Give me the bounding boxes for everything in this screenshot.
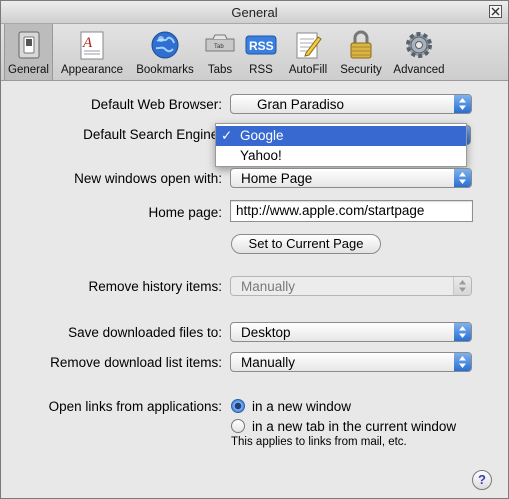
remove-history-value: Manually xyxy=(241,279,296,294)
tab-label: Bookmarks xyxy=(136,64,194,76)
radio-new-tab[interactable] xyxy=(231,419,245,433)
tab-advanced[interactable]: Advanced xyxy=(390,26,448,78)
svg-text:Tab: Tab xyxy=(214,44,224,50)
switch-icon xyxy=(18,31,39,59)
save-downloads-value: Desktop xyxy=(241,325,291,340)
menu-item-google[interactable]: ✓ Google xyxy=(216,126,466,146)
radio-new-window[interactable] xyxy=(231,399,245,413)
window-title: General xyxy=(231,5,278,20)
svg-text:RSS: RSS xyxy=(249,39,274,53)
tab-label: AutoFill xyxy=(288,64,328,76)
menu-item-label: Yahoo! xyxy=(240,148,282,163)
tab-autofill[interactable]: AutoFill xyxy=(284,26,332,78)
pencil-icon xyxy=(296,32,322,59)
remove-history-label: Remove history items: xyxy=(88,279,222,294)
new-windows-value: Home Page xyxy=(241,171,313,186)
home-page-value: http://www.apple.com/startpage xyxy=(236,203,425,218)
svg-text:A: A xyxy=(82,35,93,51)
globe-icon xyxy=(151,31,179,59)
tab-tabs[interactable]: Tab Tabs xyxy=(202,26,238,78)
tab-appearance[interactable]: A Appearance xyxy=(57,26,127,78)
checkmark-icon: ✓ xyxy=(221,128,233,143)
menu-item-yahoo[interactable]: Yahoo! xyxy=(216,146,466,166)
remove-download-list-label: Remove download list items: xyxy=(50,355,222,370)
rss-icon: RSS xyxy=(245,35,277,55)
default-browser-label: Default Web Browser: xyxy=(90,97,222,112)
close-button[interactable] xyxy=(489,5,502,18)
popup-arrows-icon xyxy=(453,277,471,295)
popup-arrows-icon xyxy=(454,169,471,187)
search-engine-menu: ✓ Google Yahoo! xyxy=(215,123,467,167)
tab-label: Advanced xyxy=(393,64,445,76)
tab-label: General xyxy=(8,64,49,76)
save-downloads-label: Save downloaded files to: xyxy=(68,325,222,340)
new-windows-label: New windows open with: xyxy=(74,171,222,186)
close-icon xyxy=(491,7,500,16)
popup-arrows-icon xyxy=(454,95,471,113)
tab-rss[interactable]: RSS RSS xyxy=(243,26,279,78)
default-search-label: Default Search Engine: xyxy=(83,127,222,142)
home-page-label: Home page: xyxy=(148,205,222,220)
menu-item-label: Google xyxy=(240,128,284,143)
default-browser-popup[interactable]: Gran Paradiso xyxy=(230,94,472,114)
default-browser-value: Gran Paradiso xyxy=(257,97,345,112)
remove-download-list-popup[interactable]: Manually xyxy=(230,352,472,372)
help-button[interactable]: ? xyxy=(472,470,492,490)
tab-bookmarks[interactable]: Bookmarks xyxy=(132,26,198,78)
font-icon: A xyxy=(80,31,104,60)
tab-icon: Tab xyxy=(205,34,235,52)
new-windows-popup[interactable]: Home Page xyxy=(230,168,472,188)
remove-history-popup[interactable]: Manually xyxy=(230,276,472,296)
popup-arrows-icon xyxy=(454,323,471,341)
set-current-page-button[interactable]: Set to Current Page xyxy=(231,234,381,254)
tab-label: Tabs xyxy=(207,64,233,76)
open-links-label: Open links from applications: xyxy=(48,399,222,414)
open-links-note: This applies to links from mail, etc. xyxy=(231,436,407,448)
remove-download-list-value: Manually xyxy=(241,355,296,370)
title-bar[interactable]: General xyxy=(1,1,508,24)
popup-arrows-icon xyxy=(454,353,471,371)
tab-label: RSS xyxy=(249,64,273,76)
gear-icon xyxy=(406,32,432,58)
radio-new-tab-label: in a new tab in the current window xyxy=(252,419,457,434)
preferences-toolbar: General A Appearance Bookmarks Tab Tabs … xyxy=(1,24,508,81)
tab-label: Appearance xyxy=(60,64,124,76)
tab-label: Security xyxy=(340,64,382,76)
save-downloads-popup[interactable]: Desktop xyxy=(230,322,472,342)
radio-new-window-label: in a new window xyxy=(252,399,352,414)
home-page-field[interactable]: http://www.apple.com/startpage xyxy=(230,200,473,222)
tab-security[interactable]: Security xyxy=(337,26,385,78)
lock-icon xyxy=(350,30,372,59)
preferences-window: General General A Appearance Bookmarks T… xyxy=(0,0,509,499)
help-icon: ? xyxy=(478,472,486,487)
tab-general[interactable]: General xyxy=(4,24,53,80)
